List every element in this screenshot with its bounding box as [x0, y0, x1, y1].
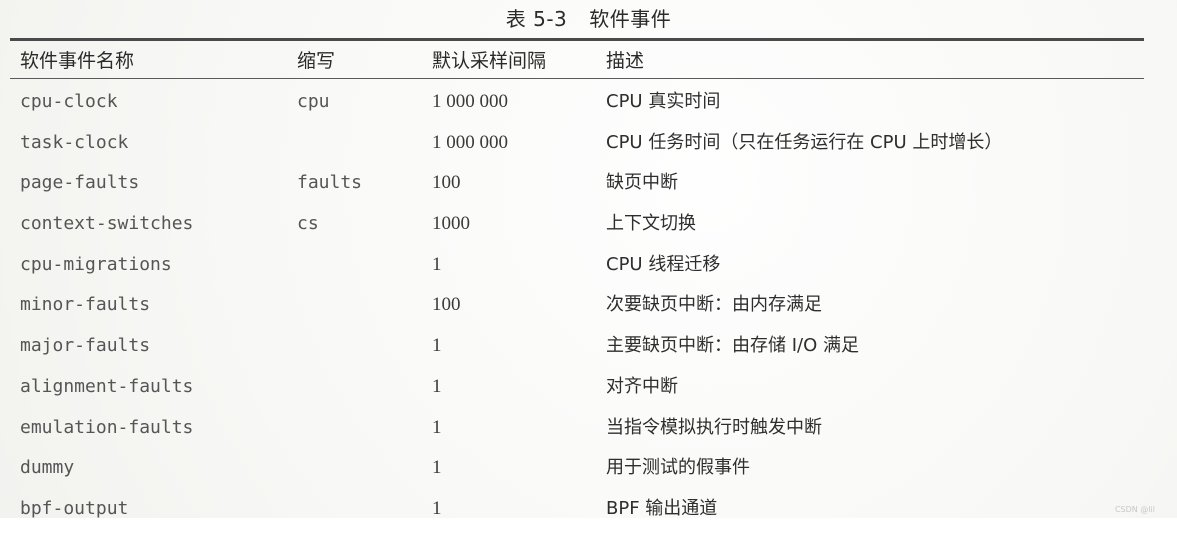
event-name-cell: alignment-faults — [20, 375, 194, 397]
description-cell: 次要缺页中断：由内存满足 — [606, 294, 822, 316]
interval-cell: 1 — [432, 253, 442, 275]
table-row: emulation-faults 1 当指令模拟执行时触发中断 — [0, 412, 1177, 453]
table-row: task-clock 1 000 000 CPU 任务时间（只在任务运行在 CP… — [0, 127, 1177, 168]
event-name-cell: bpf-output — [20, 497, 129, 519]
event-name-cell: cpu-clock — [20, 91, 118, 112]
table-row: context-switches cs 1000 上下文切换 — [0, 208, 1177, 249]
interval-cell: 1 000 000 — [432, 131, 508, 153]
table-caption: 表 5-3 软件事件 — [0, 6, 1177, 32]
description-cell: 用于测试的假事件 — [606, 457, 750, 479]
description-cell: CPU 真实时间 — [606, 91, 721, 112]
table-row: cpu-clock cpu 1 000 000 CPU 真实时间 — [0, 86, 1177, 127]
table-row: major-faults 1 主要缺页中断：由存储 I/O 满足 — [0, 330, 1177, 371]
interval-cell: 1 — [432, 497, 442, 519]
interval-cell: 100 — [432, 294, 461, 316]
table-header-row: 软件事件名称 缩写 默认采样间隔 描述 — [0, 46, 1177, 76]
interval-cell: 100 — [432, 172, 461, 194]
header-description: 描述 — [606, 50, 645, 72]
event-name-cell: context-switches — [20, 213, 194, 235]
interval-cell: 1 — [432, 335, 442, 357]
event-name-cell: minor-faults — [20, 294, 151, 316]
event-name-cell: task-clock — [20, 131, 129, 153]
description-cell: 对齐中断 — [606, 375, 678, 397]
abbreviation-cell: cs — [297, 213, 319, 235]
interval-cell: 1 — [432, 416, 442, 438]
description-cell: CPU 任务时间（只在任务运行在 CPU 上时增长） — [606, 131, 1003, 153]
table-row: cpu-migrations 1 CPU 线程迁移 — [0, 249, 1177, 290]
interval-cell: 1 — [432, 457, 442, 479]
table-row: bpf-output 1 BPF 输出通道 — [0, 493, 1177, 534]
table-row: dummy 1 用于测试的假事件 — [0, 452, 1177, 493]
table-title: 软件事件 — [589, 7, 672, 31]
description-cell: 主要缺页中断：由存储 I/O 满足 — [606, 335, 859, 357]
interval-cell: 1000 — [432, 213, 470, 235]
table-row: page-faults faults 100 缺页中断 — [0, 167, 1177, 208]
header-abbreviation: 缩写 — [297, 50, 336, 72]
header-default-interval: 默认采样间隔 — [432, 50, 547, 72]
table-top-rule — [10, 38, 1144, 41]
event-name-cell: page-faults — [20, 172, 140, 194]
description-cell: 上下文切换 — [606, 213, 696, 235]
event-name-cell: major-faults — [20, 335, 151, 357]
interval-cell: 1 000 000 — [432, 91, 508, 112]
table-row: alignment-faults 1 对齐中断 — [0, 371, 1177, 412]
event-name-cell: dummy — [20, 457, 75, 479]
abbreviation-cell: faults — [297, 172, 363, 194]
table-header-rule — [10, 78, 1144, 79]
description-cell: CPU 线程迁移 — [606, 253, 721, 275]
description-cell: BPF 输出通道 — [606, 497, 718, 519]
watermark: CSDN @lil — [1114, 505, 1155, 514]
table-number: 表 5-3 — [505, 7, 568, 31]
description-cell: 缺页中断 — [606, 172, 678, 194]
description-cell: 当指令模拟执行时触发中断 — [606, 416, 822, 438]
document-page: 表 5-3 软件事件 软件事件名称 缩写 默认采样间隔 描述 cpu-clock … — [0, 0, 1177, 519]
table-row: minor-faults 100 次要缺页中断：由内存满足 — [0, 289, 1177, 330]
interval-cell: 1 — [432, 375, 442, 397]
event-name-cell: cpu-migrations — [20, 253, 172, 275]
table-body: cpu-clock cpu 1 000 000 CPU 真实时间 task-cl… — [0, 86, 1177, 534]
event-name-cell: emulation-faults — [20, 416, 194, 438]
header-event-name: 软件事件名称 — [20, 50, 135, 72]
abbreviation-cell: cpu — [297, 91, 330, 112]
